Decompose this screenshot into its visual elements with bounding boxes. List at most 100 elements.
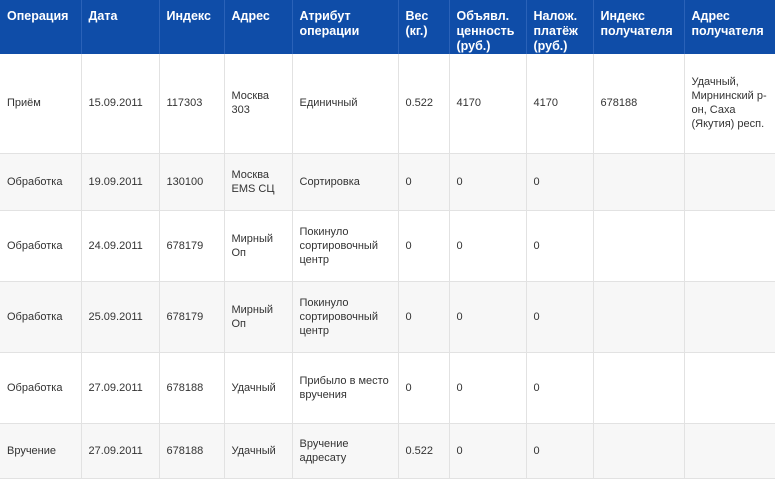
cell-recipient-address: Удачный, Мирнинский р-он, Саха (Якутия) … <box>684 54 775 154</box>
cell-recipient-address <box>684 153 775 211</box>
table-row: Обработка 27.09.2011 678188 Удачный Прибыло … <box>0 352 775 424</box>
cell-weight-text: 0 <box>405 175 412 188</box>
cell-cash-on-delivery-text: 0 <box>533 444 540 457</box>
cell-declared-value-text: 0 <box>456 381 463 394</box>
tracking-table: Операция Дата Индекс Адрес Атрибут опера… <box>0 0 775 479</box>
cell-address-text: Мирный Оп <box>231 303 274 330</box>
cell-declared-value-text: 4170 <box>456 97 481 110</box>
cell-recipient-index <box>593 210 685 282</box>
cell-operation-text: Обработка <box>7 381 63 394</box>
cell-operation-attribute-text: Вручение адресату <box>299 437 349 464</box>
cell-operation: Обработка <box>0 281 82 353</box>
table-row: Приём 15.09.2011 117303 Москва 303 Единичный… <box>0 54 775 154</box>
cell-address-text: Москва EMS СЦ <box>231 168 275 195</box>
cell-recipient-index <box>593 423 685 479</box>
cell-cash-on-delivery: 0 <box>526 153 594 211</box>
cell-operation: Приём <box>0 54 82 154</box>
cell-recipient-index: 678188 <box>593 54 685 154</box>
cell-operation-text: Вручение <box>7 444 57 457</box>
cell-operation-attribute-text: Единичный <box>299 97 358 110</box>
cell-declared-value: 0 <box>449 352 527 424</box>
cell-cash-on-delivery-text: 0 <box>533 175 540 188</box>
cell-date: 27.09.2011 <box>81 352 160 424</box>
cell-declared-value: 4170 <box>449 54 527 154</box>
header-index: Индекс <box>159 0 225 54</box>
header-recipient-index: Индекс получателя <box>593 0 685 54</box>
cell-address-text: Москва 303 <box>231 90 270 117</box>
cell-index-text: 678188 <box>166 444 204 457</box>
cell-recipient-index <box>593 352 685 424</box>
cell-index-text: 117303 <box>166 97 203 110</box>
table-header: Операция Дата Индекс Адрес Атрибут опера… <box>0 0 775 54</box>
header-weight: Вес (кг.) <box>398 0 450 54</box>
cell-operation-attribute: Сортировка <box>292 153 399 211</box>
cell-address: Москва EMS СЦ <box>224 153 293 211</box>
cell-date-text: 27.09.2011 <box>88 444 143 457</box>
cell-operation: Обработка <box>0 153 82 211</box>
cell-address: Мирный Оп <box>224 210 293 282</box>
table-row: Обработка 19.09.2011 130100 Москва EMS СЦ Со… <box>0 153 775 211</box>
cell-weight-text: 0.522 <box>405 444 434 457</box>
cell-operation-attribute: Покинуло сортировочный центр <box>292 281 399 353</box>
cell-declared-value-text: 0 <box>456 239 463 252</box>
cell-weight-text: 0 <box>405 381 412 394</box>
cell-date: 15.09.2011 <box>81 54 160 154</box>
cell-weight-text: 0.522 <box>405 97 434 110</box>
header-date: Дата <box>81 0 160 54</box>
cell-recipient-address <box>684 423 775 479</box>
cell-declared-value-text: 0 <box>456 175 463 188</box>
cell-cash-on-delivery-text: 0 <box>533 310 540 323</box>
cell-index-text: 678179 <box>166 310 204 323</box>
cell-recipient-index <box>593 281 685 353</box>
cell-weight: 0.522 <box>398 423 450 479</box>
cell-operation-attribute-text: Покинуло сортировочный центр <box>299 225 379 266</box>
cell-cash-on-delivery: 0 <box>526 210 594 282</box>
cell-weight: 0 <box>398 352 450 424</box>
cell-date-text: 27.09.2011 <box>88 381 143 394</box>
header-cash-on-delivery: Налож. платёж (руб.) <box>526 0 594 54</box>
header-operation-attribute: Атрибут операции <box>292 0 399 54</box>
cell-index: 678188 <box>159 352 225 424</box>
cell-cash-on-delivery-text: 0 <box>533 239 540 252</box>
cell-operation-attribute: Покинуло сортировочный центр <box>292 210 399 282</box>
cell-date-text: 15.09.2011 <box>88 97 143 110</box>
table-row: Обработка 25.09.2011 678179 Мирный Оп Покину… <box>0 281 775 353</box>
cell-cash-on-delivery-text: 0 <box>533 381 540 394</box>
cell-operation-attribute: Прибыло в место вручения <box>292 352 399 424</box>
cell-operation: Обработка <box>0 210 82 282</box>
cell-address: Мирный Оп <box>224 281 293 353</box>
cell-cash-on-delivery: 0 <box>526 352 594 424</box>
cell-recipient-address <box>684 210 775 282</box>
cell-date: 24.09.2011 <box>81 210 160 282</box>
cell-index: 678179 <box>159 210 225 282</box>
cell-index: 130100 <box>159 153 225 211</box>
cell-address: Удачный <box>224 352 293 424</box>
table-body: Приём 15.09.2011 117303 Москва 303 Единичный… <box>0 54 775 479</box>
header-recipient-address: Адрес получателя <box>684 0 775 54</box>
cell-operation: Обработка <box>0 352 82 424</box>
cell-weight-text: 0 <box>405 239 412 252</box>
cell-operation-attribute-text: Прибыло в место вручения <box>299 374 389 401</box>
cell-address: Москва 303 <box>224 54 293 154</box>
cell-weight: 0 <box>398 210 450 282</box>
cell-address: Удачный <box>224 423 293 479</box>
cell-operation-attribute: Единичный <box>292 54 399 154</box>
cell-declared-value: 0 <box>449 210 527 282</box>
cell-recipient-index-text: 678188 <box>600 97 638 110</box>
cell-recipient-index <box>593 153 685 211</box>
cell-operation-text: Обработка <box>7 239 63 252</box>
cell-address-text: Мирный Оп <box>231 232 274 259</box>
table-row: Вручение 27.09.2011 678188 Удачный Вручение … <box>0 423 775 479</box>
cell-recipient-address <box>684 352 775 424</box>
cell-cash-on-delivery: 4170 <box>526 54 594 154</box>
cell-date: 27.09.2011 <box>81 423 160 479</box>
cell-index: 678188 <box>159 423 225 479</box>
cell-declared-value: 0 <box>449 281 527 353</box>
cell-cash-on-delivery-text: 4170 <box>533 97 558 110</box>
cell-weight: 0 <box>398 153 450 211</box>
header-address: Адрес <box>224 0 293 54</box>
header-declared-value: Объявл. ценность (руб.) <box>449 0 527 54</box>
cell-operation-attribute-text: Покинуло сортировочный центр <box>299 296 379 337</box>
cell-declared-value: 0 <box>449 153 527 211</box>
header-row: Операция Дата Индекс Адрес Атрибут опера… <box>0 0 775 54</box>
